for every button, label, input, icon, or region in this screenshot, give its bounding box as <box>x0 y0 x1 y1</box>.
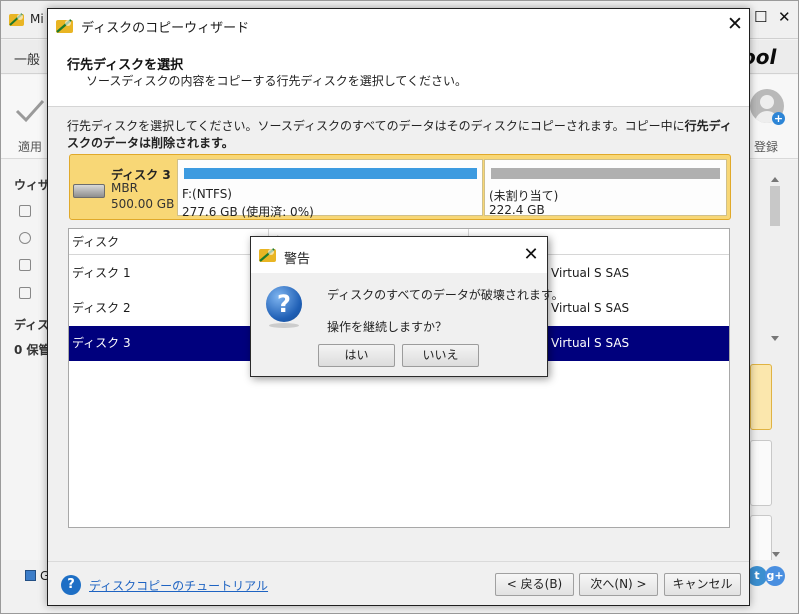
apply-check-icon[interactable] <box>14 96 46 126</box>
column-header-disk[interactable]: ディスク <box>69 229 269 255</box>
row-disk-name: ディスク 3 <box>72 336 131 350</box>
warning-question: 操作を継続しますか？ <box>327 320 448 334</box>
wizard-step-title: 行先ディスクを選択 <box>67 58 184 73</box>
sidebar-recover-icon[interactable] <box>19 232 31 244</box>
legend-swatch <box>25 570 36 581</box>
wizard-title: ディスクのコピーウィザード <box>81 21 250 36</box>
sidebar-wizard-heading: ウィザ <box>14 178 51 192</box>
wizard-instruction: 行先ディスクを選択してください。ソースディスクのすべてのデータはそのディスクにコ… <box>67 118 737 152</box>
warning-app-icon <box>258 245 278 265</box>
background-disk-card[interactable] <box>750 364 772 430</box>
partition-detail: 277.6 GB (使用済: 0%) <box>182 205 314 219</box>
partition-detail: 222.4 GB <box>489 203 545 217</box>
sidebar-copy-icon[interactable] <box>19 205 31 217</box>
scrollbar-thumb[interactable] <box>770 186 780 226</box>
help-icon[interactable]: ? <box>61 575 81 595</box>
warning-dialog: 警告 ✕ ? ディスクのすべてのデータが破壊されます。 操作を継続しますか？ は… <box>250 236 564 377</box>
selected-disk-type: MBR <box>111 181 138 195</box>
partition-label: (未割り当て) <box>489 189 559 203</box>
no-button[interactable]: いいえ <box>402 344 479 367</box>
instruction-text: 行先ディスクを選択してください。ソースディスクのすべてのデータはそのディスクにコ… <box>67 119 685 133</box>
partition-usage-bar <box>184 168 477 179</box>
scroll-up-icon[interactable] <box>770 172 780 182</box>
register-label: 登録 <box>754 140 779 154</box>
tutorial-link[interactable]: ディスクコピーのチュートリアル <box>89 577 268 594</box>
warning-message: ディスクのすべてのデータが破壊されます。 <box>327 288 564 302</box>
background-disk-card[interactable] <box>750 515 772 565</box>
partition-usage-bar <box>491 168 720 179</box>
warning-title: 警告 <box>284 252 311 267</box>
scroll-down-icon[interactable] <box>770 332 780 341</box>
sidebar-drive-icon[interactable] <box>19 287 31 299</box>
app-logo-icon <box>8 11 26 29</box>
sidebar-migrate-icon[interactable] <box>19 259 31 271</box>
wizard-close-icon[interactable]: ✕ <box>724 13 746 35</box>
row-disk-name: ディスク 2 <box>72 301 131 315</box>
partition-block[interactable]: (未割り当て) 222.4 GB <box>484 159 727 217</box>
yes-button[interactable]: はい <box>318 344 395 367</box>
question-icon-shadow <box>269 323 299 328</box>
back-button[interactable]: < 戻る(B) <box>495 573 574 596</box>
row-disk-name: ディスク 1 <box>72 266 131 280</box>
hard-disk-icon <box>73 184 105 198</box>
close-icon[interactable]: ✕ <box>778 8 791 26</box>
twitter-icon[interactable]: t <box>747 566 767 586</box>
background-app-title: Mi <box>30 12 44 26</box>
wizard-step-subtitle: ソースディスクの内容をコピーする行先ディスクを選択してください。 <box>86 74 468 88</box>
background-disk-card[interactable] <box>750 440 772 506</box>
selected-disk-size: 500.00 GB <box>111 197 175 211</box>
add-user-icon[interactable]: + <box>772 112 785 125</box>
warning-close-icon[interactable]: ✕ <box>521 245 541 265</box>
cancel-button[interactable]: キャンセル <box>664 573 741 596</box>
question-icon: ? <box>266 286 302 322</box>
restore-icon[interactable]: ☐ <box>754 8 767 26</box>
apply-label: 適用 <box>18 140 43 154</box>
partition-label: F:(NTFS) <box>182 187 232 201</box>
next-button[interactable]: 次へ(N) > <box>579 573 658 596</box>
sidebar-pending-label: 0 保管 <box>14 343 51 357</box>
menu-general[interactable]: 一般 <box>14 49 40 68</box>
sidebar-disk-heading: ディス <box>14 318 50 332</box>
background-sidebar <box>1 160 47 600</box>
scroll-down-icon[interactable] <box>771 548 781 557</box>
wizard-app-icon <box>55 16 75 36</box>
partition-block[interactable]: F:(NTFS) 277.6 GB (使用済: 0%) <box>177 159 483 219</box>
google-plus-icon[interactable]: g+ <box>765 566 785 586</box>
